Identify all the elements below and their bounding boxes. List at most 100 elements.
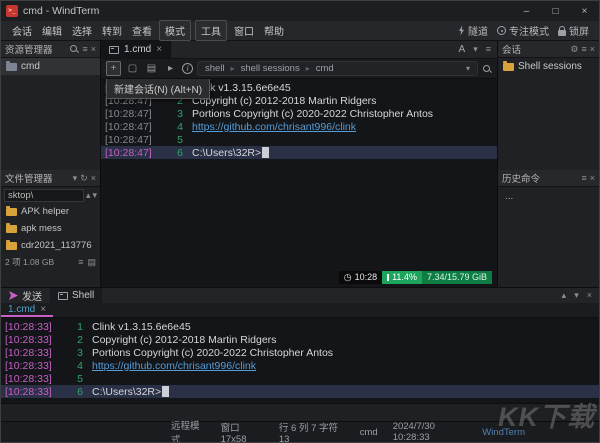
- terminal-line: [10:28:33] 6 C:\Users\32R>: [1, 385, 599, 398]
- chevron-down-icon[interactable]: ▾: [92, 191, 97, 200]
- tab-shell[interactable]: Shell: [50, 288, 102, 303]
- tab-send[interactable]: 发送: [1, 288, 50, 303]
- file-item[interactable]: apk mess: [1, 220, 100, 237]
- tab-1cmd[interactable]: 1.cmd ×: [101, 41, 171, 58]
- menu-item[interactable]: 会话: [7, 21, 37, 40]
- status-datetime[interactable]: 2024/7/30 10:28:33: [393, 421, 468, 443]
- clock-icon: ◷: [344, 271, 352, 284]
- chevron-up-icon[interactable]: ▴: [562, 291, 567, 300]
- menu-item[interactable]: 模式: [159, 20, 191, 41]
- terminal-output[interactable]: [10:28:47] 1 Clink v1.3.15.6e6e45 [10:28…: [101, 79, 497, 287]
- list-view-icon[interactable]: ≡: [78, 258, 83, 267]
- info-icon[interactable]: i: [182, 63, 193, 74]
- dock-subtabbar: 1.cmd ×: [1, 303, 599, 318]
- status-app-label[interactable]: WindTerm: [482, 427, 525, 438]
- session-list-button[interactable]: ▤: [144, 61, 159, 76]
- timestamp: [10:28:47]: [105, 134, 171, 146]
- file-manager-panel-header: 文件管理器 ▾ ↻ ×: [1, 170, 100, 187]
- terminal-icon: [109, 46, 119, 54]
- status-shell[interactable]: cmd: [360, 427, 378, 438]
- search-icon[interactable]: [482, 64, 492, 74]
- menu-icon[interactable]: ≡: [486, 45, 491, 54]
- close-icon[interactable]: ×: [587, 291, 592, 300]
- app-logo-icon: >_: [6, 5, 18, 17]
- session-item[interactable]: Shell sessions: [498, 58, 599, 75]
- refresh-icon[interactable]: ↻: [80, 174, 88, 183]
- tooltip: 新建会话(N) (Alt+N): [106, 79, 210, 99]
- status-mode[interactable]: 远程模式: [171, 418, 206, 443]
- menubar: 会话 编辑 选择 转到 查看 模式 工具 窗口 帮助 隧道 专注模式: [1, 21, 599, 41]
- file-path-row: sktop\ ▴ ▾: [1, 187, 100, 203]
- new-session-button[interactable]: +: [106, 61, 121, 76]
- close-button[interactable]: ×: [570, 1, 599, 21]
- terminal-tabbar: 1.cmd × A ▾ ≡: [101, 41, 497, 59]
- history-button[interactable]: ▸: [163, 61, 178, 76]
- timestamp: [10:28:33]: [5, 321, 71, 333]
- maximize-button[interactable]: □: [541, 1, 570, 21]
- search-icon[interactable]: [69, 44, 79, 54]
- terminal-line: [10:28:33] 4 https://github.com/chrisant…: [1, 359, 599, 372]
- stats-cpu: 11.4%: [392, 271, 417, 284]
- minimize-button[interactable]: –: [512, 1, 541, 21]
- timestamp: [10:28:33]: [5, 360, 71, 372]
- subtab-1cmd[interactable]: 1.cmd ×: [1, 303, 53, 317]
- breadcrumb[interactable]: shell ▸ shell sessions ▸ cmd ▾: [197, 61, 478, 76]
- folder-icon: [6, 225, 17, 233]
- terminal-text: https://github.com/chrisant996/clink: [92, 360, 256, 372]
- path-input[interactable]: sktop\: [4, 189, 84, 202]
- breadcrumb-item-shell[interactable]: shell: [205, 63, 225, 74]
- line-number: 6: [171, 147, 183, 159]
- breadcrumb-item-cmd[interactable]: cmd: [316, 63, 334, 74]
- close-icon[interactable]: ×: [91, 174, 96, 183]
- file-item[interactable]: APK helper: [1, 203, 100, 220]
- menu-icon[interactable]: ≡: [82, 45, 87, 54]
- menu-icon[interactable]: ≡: [581, 174, 586, 183]
- menu-item[interactable]: 窗口: [229, 21, 259, 40]
- menu-item[interactable]: 帮助: [259, 21, 289, 40]
- timestamp: [10:28:47]: [105, 108, 171, 120]
- terminal-icon: [58, 292, 68, 300]
- menu-item[interactable]: 查看: [127, 21, 157, 40]
- sessions-panel-header: 会话 ⚙ ≡ ×: [498, 41, 599, 58]
- chevron-down-icon[interactable]: ▾: [473, 45, 478, 54]
- file-item[interactable]: cdr2021_113776: [1, 237, 100, 254]
- lock-screen-button[interactable]: 锁屏: [558, 23, 589, 38]
- focus-mode-button[interactable]: 专注模式: [497, 23, 549, 38]
- explorer-item[interactable]: cmd: [1, 58, 100, 75]
- close-icon[interactable]: ×: [590, 174, 595, 183]
- grid-view-icon[interactable]: ▤: [87, 258, 96, 267]
- status-cursor-position[interactable]: 行 6 列 7 字符 13: [279, 420, 345, 443]
- chevron-down-icon[interactable]: ▾: [574, 291, 579, 300]
- folder-icon: [503, 63, 514, 71]
- open-session-button[interactable]: ▢: [125, 61, 140, 76]
- menu-icon[interactable]: ≡: [581, 45, 586, 54]
- breadcrumb-item-shell-sessions[interactable]: shell sessions: [241, 63, 300, 74]
- send-icon: [9, 291, 18, 300]
- font-size-button[interactable]: A: [459, 44, 466, 55]
- chevron-down-icon[interactable]: ▾: [73, 174, 78, 183]
- menu-item[interactable]: 工具: [195, 20, 227, 41]
- explorer-panel-header: 资源管理器 ≡ ×: [1, 41, 100, 58]
- menu-item[interactable]: 选择: [67, 21, 97, 40]
- dock-terminal-output[interactable]: [10:28:33] 1 Clink v1.3.15.6e6e45 [10:28…: [1, 318, 599, 403]
- gear-icon[interactable]: ⚙: [570, 45, 578, 54]
- timestamp: [10:28:33]: [5, 373, 71, 385]
- line-number: 4: [71, 360, 83, 372]
- status-window-size[interactable]: 窗口 17x58: [221, 420, 264, 443]
- menu-item[interactable]: 转到: [97, 21, 127, 40]
- terminal-line: [10:28:33] 5: [1, 372, 599, 385]
- file-list: APK helper apk mess cdr2021_113776: [1, 203, 100, 254]
- menu-item[interactable]: 编辑: [37, 21, 67, 40]
- close-icon[interactable]: ×: [590, 45, 595, 54]
- close-icon[interactable]: ×: [40, 304, 46, 315]
- history-item[interactable]: ...: [498, 187, 599, 204]
- chevron-up-icon[interactable]: ▴: [86, 191, 91, 200]
- close-icon[interactable]: ×: [156, 44, 162, 55]
- focus-mode-icon: [497, 26, 506, 35]
- folder-icon: [6, 63, 17, 71]
- chevron-down-icon[interactable]: ▾: [466, 64, 470, 73]
- tunnel-button[interactable]: 隧道: [458, 23, 488, 38]
- terminal-text: Copyright (c) 2012-2018 Martin Ridgers: [92, 334, 276, 346]
- terminal-text: Clink v1.3.15.6e6e45: [92, 321, 191, 333]
- close-icon[interactable]: ×: [91, 45, 96, 54]
